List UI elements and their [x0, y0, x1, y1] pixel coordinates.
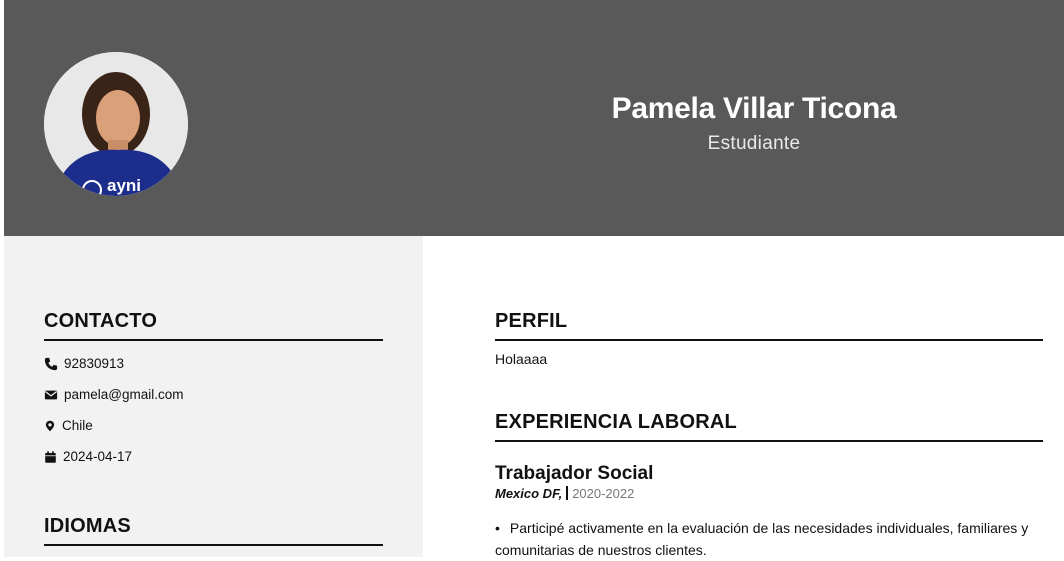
- job-meta: Mexico DF, 2020-2022: [495, 486, 634, 501]
- envelope-icon: [44, 390, 58, 399]
- job-bullet-text: Participé activamente en la evaluación d…: [495, 520, 1029, 558]
- profile-header: ayni Pamela Villar Ticona Estudiante: [4, 0, 1064, 236]
- job-meta-separator: [566, 486, 569, 500]
- job-place: Mexico DF,: [495, 486, 563, 501]
- avatar-shirt-text: ayni: [107, 176, 142, 195]
- bullet-dot: •: [495, 520, 500, 536]
- languages-divider: [44, 544, 383, 546]
- map-pin-icon: [45, 420, 55, 431]
- perfil-text: Holaaaa: [495, 351, 548, 367]
- profile-role: Estudiante: [707, 133, 801, 154]
- avatar: ayni: [44, 52, 188, 196]
- contact-email: pamela@gmail.com: [44, 387, 184, 402]
- languages-section-title: IDIOMAS: [44, 515, 131, 537]
- job-bullet: • Participé activamente en la evaluación …: [495, 517, 1040, 561]
- contact-location: Chile: [44, 418, 93, 433]
- perfil-section-title: PERFIL: [495, 310, 568, 332]
- contact-phone-value: 92830913: [64, 356, 125, 371]
- experience-section-title: EXPERIENCIA LABORAL: [495, 411, 737, 433]
- calendar-icon: [45, 450, 56, 463]
- perfil-divider: [495, 339, 1043, 341]
- job-title: Trabajador Social: [495, 463, 654, 484]
- contact-section-title: CONTACTO: [44, 310, 158, 332]
- avatar-photo: [44, 52, 188, 196]
- contact-phone: 92830913: [44, 356, 124, 371]
- contact-divider: [44, 339, 383, 341]
- contact-date: 2024-04-17: [44, 449, 132, 464]
- phone-icon: [44, 357, 58, 370]
- contact-date-value: 2024-04-17: [63, 449, 133, 464]
- job-years: 2020-2022: [572, 486, 635, 501]
- experience-divider: [495, 440, 1043, 442]
- contact-email-value: pamela@gmail.com: [64, 387, 184, 402]
- profile-name: Pamela Villar Ticona: [611, 92, 897, 125]
- contact-location-value: Chile: [62, 418, 93, 433]
